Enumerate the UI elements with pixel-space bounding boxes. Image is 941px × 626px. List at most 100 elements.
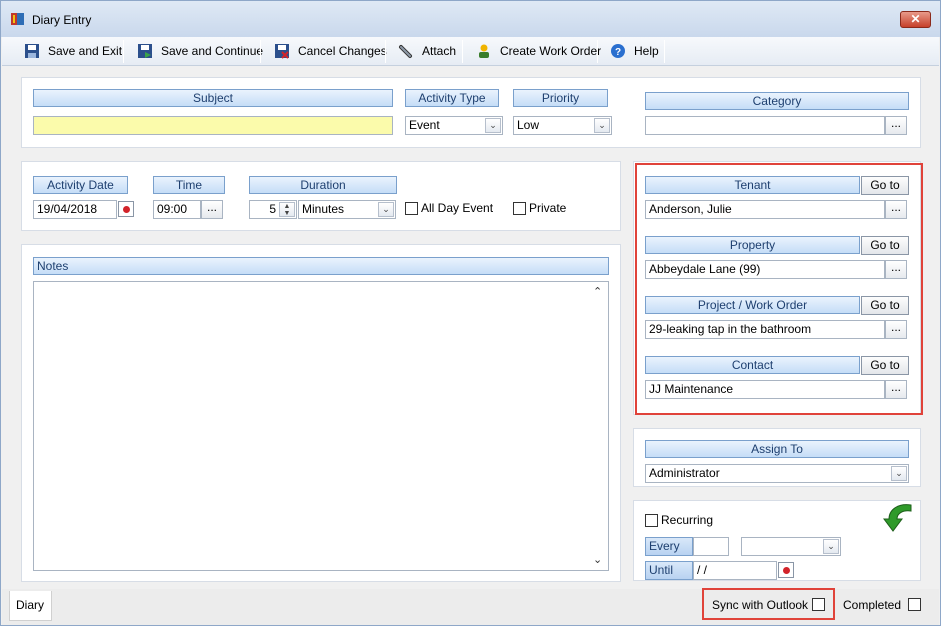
save-and-continue-label: Save and Continue: [161, 44, 264, 58]
subject-header: Subject: [33, 89, 393, 107]
notes-textarea[interactable]: [33, 281, 609, 571]
priority-header: Priority: [513, 89, 608, 107]
assign-to-header: Assign To: [645, 440, 909, 458]
every-input[interactable]: [693, 537, 729, 556]
property-header: Property: [645, 236, 860, 254]
project-browse-button[interactable]: ...: [885, 320, 907, 339]
chevron-down-icon[interactable]: ⌄: [823, 539, 839, 554]
toolbar-separator: [260, 40, 261, 63]
recurring-label: Recurring: [661, 513, 714, 527]
attach-label: Attach: [422, 44, 457, 58]
duration-unit-value: Minutes: [302, 202, 345, 216]
cancel-changes-button[interactable]: Cancel Changes: [270, 40, 387, 62]
refresh-arrow-icon[interactable]: [881, 501, 917, 533]
activity-date-header: Activity Date: [33, 176, 128, 194]
help-icon: ?: [611, 44, 625, 58]
duration-value: 5: [269, 202, 276, 216]
tenant-header: Tenant: [645, 176, 860, 194]
help-label: Help: [634, 44, 659, 58]
category-browse-button[interactable]: ...: [885, 116, 907, 135]
toolbar-separator: [597, 40, 598, 63]
toolbar: Save and Exit Save and Continue Cancel C…: [2, 37, 939, 66]
calendar-icon[interactable]: [118, 201, 134, 217]
attach-button[interactable]: Attach: [394, 40, 456, 62]
help-button[interactable]: ? Help: [606, 40, 659, 62]
cancel-changes-label: Cancel Changes: [298, 44, 387, 58]
tenant-input[interactable]: Anderson, Julie: [645, 200, 885, 219]
every-unit-select[interactable]: ⌄: [741, 537, 841, 556]
save-exit-icon: [25, 44, 39, 58]
priority-value: Low: [517, 118, 540, 132]
category-input[interactable]: [645, 116, 885, 135]
contact-input[interactable]: JJ Maintenance: [645, 380, 885, 399]
activity-date-input[interactable]: 19/04/2018: [33, 200, 117, 219]
chevron-down-icon[interactable]: ⌄: [485, 118, 501, 133]
project-work-order-input[interactable]: 29-leaking tap in the bathroom: [645, 320, 885, 339]
diary-entry-window: Diary Entry ✕ Save and Exit Save and Con…: [0, 0, 941, 626]
time-picker-button[interactable]: ...: [201, 200, 223, 219]
sync-with-outlook-label: Sync with Outlook: [712, 598, 809, 612]
completed-checkbox[interactable]: [908, 598, 921, 611]
toolbar-separator: [123, 40, 124, 63]
activity-type-select[interactable]: Event ⌄: [405, 116, 503, 135]
time-input[interactable]: 09:00: [153, 200, 201, 219]
private-checkbox[interactable]: [513, 202, 526, 215]
assign-to-value: Administrator: [649, 466, 720, 480]
chevron-down-icon[interactable]: ⌄: [594, 118, 610, 133]
contact-header: Contact: [645, 356, 860, 374]
scroll-down-icon[interactable]: ⌄: [593, 553, 602, 566]
title-bar: Diary Entry ✕: [1, 1, 940, 37]
project-work-order-header: Project / Work Order: [645, 296, 860, 314]
property-goto-button[interactable]: Go to: [861, 236, 909, 255]
create-work-order-button[interactable]: Create Work Order: [472, 40, 601, 62]
every-label: Every: [645, 537, 693, 556]
worker-icon: [479, 44, 489, 58]
paperclip-icon: [399, 45, 412, 58]
duration-unit-select[interactable]: Minutes ⌄: [298, 200, 396, 219]
until-label: Until: [645, 561, 693, 580]
scroll-up-icon[interactable]: ⌃: [593, 285, 602, 298]
calendar-icon[interactable]: [778, 562, 794, 578]
until-date-input[interactable]: / /: [693, 561, 777, 580]
property-browse-button[interactable]: ...: [885, 260, 907, 279]
spinner-icon[interactable]: ▲ ▼: [279, 202, 295, 217]
notes-header: Notes: [33, 257, 609, 275]
toolbar-separator: [462, 40, 463, 63]
assign-to-select[interactable]: Administrator ⌄: [645, 464, 909, 483]
time-header: Time: [153, 176, 225, 194]
tab-diary[interactable]: Diary: [9, 591, 52, 621]
cancel-changes-icon: [275, 44, 289, 59]
property-input[interactable]: Abbeydale Lane (99): [645, 260, 885, 279]
sync-with-outlook-checkbox[interactable]: [812, 598, 825, 611]
chevron-down-icon[interactable]: ⌄: [891, 466, 907, 481]
private-label: Private: [529, 201, 567, 215]
duration-input[interactable]: 5 ▲ ▼: [249, 200, 297, 219]
contact-browse-button[interactable]: ...: [885, 380, 907, 399]
priority-select[interactable]: Low ⌄: [513, 116, 612, 135]
project-goto-button[interactable]: Go to: [861, 296, 909, 315]
close-button[interactable]: ✕: [900, 11, 931, 28]
subject-input[interactable]: [33, 116, 393, 135]
create-work-order-label: Create Work Order: [500, 44, 602, 58]
contact-goto-button[interactable]: Go to: [861, 356, 909, 375]
activity-type-value: Event: [409, 118, 440, 132]
recurring-checkbox[interactable]: [645, 514, 658, 527]
category-header: Category: [645, 92, 909, 110]
all-day-event-label: All Day Event: [421, 201, 494, 215]
completed-label: Completed: [843, 598, 902, 612]
toolbar-separator: [385, 40, 386, 63]
datetime-panel: [21, 161, 621, 231]
save-and-exit-label: Save and Exit: [48, 44, 123, 58]
save-and-exit-button[interactable]: Save and Exit: [20, 40, 122, 62]
save-continue-icon: [138, 44, 152, 58]
chevron-down-icon[interactable]: ⌄: [378, 202, 394, 217]
window-title: Diary Entry: [32, 13, 92, 27]
tenant-goto-button[interactable]: Go to: [861, 176, 909, 195]
duration-header: Duration: [249, 176, 397, 194]
tenant-browse-button[interactable]: ...: [885, 200, 907, 219]
save-and-continue-button[interactable]: Save and Continue: [133, 40, 263, 62]
toolbar-separator: [664, 40, 665, 63]
all-day-event-checkbox[interactable]: [405, 202, 418, 215]
svg-text:?: ?: [615, 47, 621, 58]
diary-app-icon: [11, 13, 24, 25]
